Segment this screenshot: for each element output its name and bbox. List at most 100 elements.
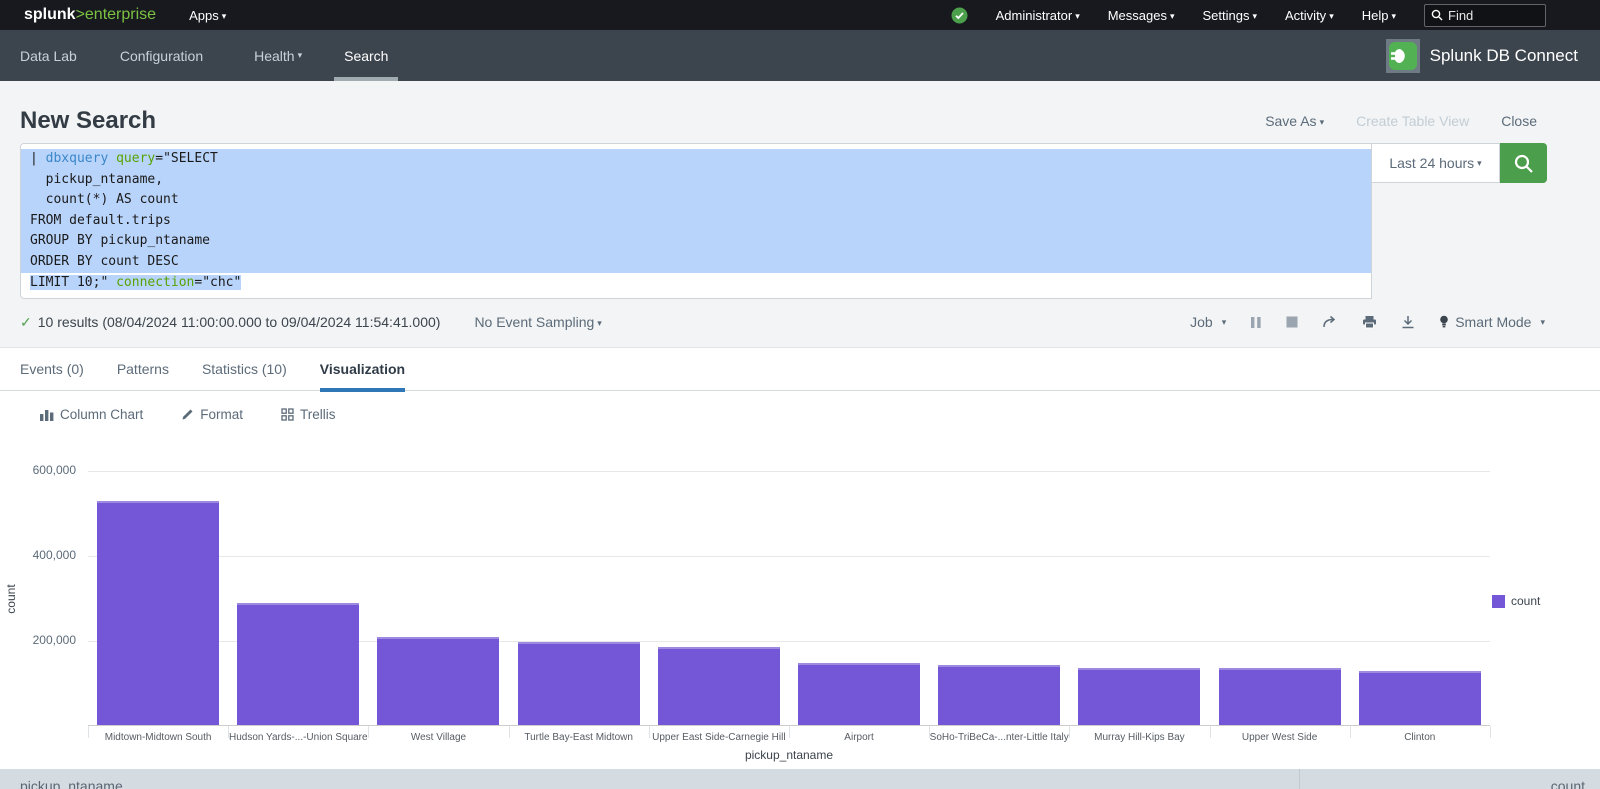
page-header: New Search Save As▾ Create Table View Cl…	[0, 81, 1600, 143]
app-badge[interactable]: Splunk DB Connect	[1386, 39, 1578, 73]
y-tick-label: 600,000	[0, 463, 76, 477]
job-menu[interactable]: Job▾	[1190, 314, 1226, 330]
legend-entry-count[interactable]: count	[1492, 594, 1540, 608]
spl-argument: connection	[116, 275, 194, 290]
x-tick-label: Murray Hill-Kips Bay	[1069, 732, 1209, 743]
share-button[interactable]	[1322, 315, 1338, 329]
administrator-menu[interactable]: Administrator▾	[996, 8, 1080, 23]
bar-cell	[1350, 470, 1490, 725]
settings-menu-label: Settings	[1203, 8, 1250, 23]
smart-mode-menu[interactable]: Smart Mode▾	[1439, 314, 1545, 330]
nav-item-data-lab[interactable]: Data Lab	[10, 30, 87, 81]
export-button[interactable]	[1401, 315, 1415, 329]
bar-2[interactable]	[237, 603, 359, 725]
bar-cell	[88, 470, 228, 725]
bar-6[interactable]	[798, 663, 920, 725]
save-as-button[interactable]: Save As▾	[1265, 113, 1324, 129]
messages-menu[interactable]: Messages▾	[1108, 8, 1175, 23]
print-button[interactable]	[1362, 315, 1377, 329]
query-line: | dbxquery query="SELECT	[21, 149, 1371, 170]
query-line: count(*) AS count	[21, 190, 1371, 211]
x-tick-label: Upper West Side	[1210, 732, 1350, 743]
system-status-icon[interactable]	[951, 7, 968, 24]
logo-enterprise-text: enterprise	[85, 6, 156, 23]
bar-1[interactable]	[97, 501, 219, 725]
nav-item-search[interactable]: Search	[334, 30, 398, 81]
spl-text: LIMIT 10;"	[30, 275, 116, 290]
messages-menu-label: Messages	[1108, 8, 1167, 23]
bar-cell	[368, 470, 508, 725]
chart-type-label: Column Chart	[60, 407, 143, 422]
results-bar: ✓ 10 results (08/04/2024 11:00:00.000 to…	[20, 310, 1545, 334]
spl-argument: query	[116, 151, 155, 166]
results-check-icon: ✓	[20, 314, 32, 331]
bar-10[interactable]	[1359, 671, 1481, 725]
bar-8[interactable]	[1078, 668, 1200, 725]
search-icon	[1431, 9, 1443, 21]
page-header-actions: Save As▾ Create Table View Close	[1265, 113, 1537, 129]
help-menu[interactable]: Help▾	[1362, 8, 1396, 23]
activity-menu-label: Activity	[1285, 8, 1326, 23]
bar-9[interactable]	[1219, 668, 1341, 725]
caret-down-icon: ▾	[1075, 11, 1080, 21]
event-sampling-dropdown[interactable]: No Event Sampling▾	[474, 314, 601, 330]
x-axis-tick	[1490, 726, 1491, 738]
search-button[interactable]	[1500, 143, 1547, 183]
y-tick-label: 200,000	[0, 633, 76, 647]
x-tick-labels: Midtown-Midtown SouthHudson Yards-...-Un…	[88, 732, 1490, 743]
nav-item-label: Search	[344, 48, 388, 64]
trellis-label: Trellis	[300, 407, 336, 422]
find-input[interactable]	[1448, 8, 1534, 23]
tab-events[interactable]: Events (0)	[20, 348, 84, 391]
create-table-view-button[interactable]: Create Table View	[1356, 113, 1469, 129]
x-tick-label: West Village	[368, 732, 508, 743]
tab-patterns[interactable]: Patterns	[117, 348, 169, 391]
search-query-box[interactable]: | dbxquery query="SELECT pickup_ntaname,…	[20, 143, 1372, 299]
query-line: LIMIT 10;" connection="chc"	[21, 273, 1371, 294]
nav-item-health[interactable]: Health▾	[244, 30, 312, 81]
caret-down-icon: ▾	[1477, 158, 1482, 169]
format-label: Format	[200, 407, 243, 422]
bar-5[interactable]	[658, 647, 780, 725]
spl-text: ="SELECT	[155, 151, 218, 166]
caret-down-icon: ▾	[222, 11, 227, 21]
activity-menu[interactable]: Activity▾	[1285, 8, 1334, 23]
spl-text: ="chc"	[194, 275, 241, 290]
bar-7[interactable]	[938, 665, 1060, 725]
x-tick-label: Turtle Bay-East Midtown	[509, 732, 649, 743]
job-controls: Job▾ Smart Mode▾	[1190, 314, 1545, 330]
spl-text: GROUP BY pickup_ntaname	[30, 233, 210, 248]
x-axis-title: pickup_ntaname	[88, 748, 1490, 762]
bar-cell	[509, 470, 649, 725]
column-header-pickup-ntaname[interactable]: pickup_ntaname	[0, 769, 1300, 789]
tab-visualization[interactable]: Visualization	[320, 348, 405, 391]
stop-button[interactable]	[1286, 316, 1298, 328]
spl-text: count(*) AS count	[30, 192, 179, 207]
time-range-label: Last 24 hours	[1389, 155, 1474, 171]
bar-cell	[649, 470, 789, 725]
search-icon	[1513, 153, 1534, 174]
trellis-button[interactable]: Trellis	[281, 407, 336, 422]
apps-menu[interactable]: Apps▾	[189, 8, 226, 23]
chart-type-button[interactable]: Column Chart	[40, 407, 143, 422]
nav-item-configuration[interactable]: Configuration	[110, 30, 213, 81]
tab-statistics[interactable]: Statistics (10)	[202, 348, 287, 391]
x-tick-label: Clinton	[1350, 732, 1490, 743]
event-sampling-label: No Event Sampling	[474, 314, 594, 330]
legend-swatch	[1492, 595, 1505, 608]
close-button[interactable]: Close	[1501, 113, 1537, 129]
bar-3[interactable]	[377, 637, 499, 725]
find-search-box[interactable]	[1424, 4, 1546, 27]
bar-4[interactable]	[518, 642, 640, 725]
y-tick-label: 400,000	[0, 548, 76, 562]
top-bar: splunk>enterprise Apps▾ Administrator▾ M…	[0, 0, 1600, 30]
column-header-count[interactable]: count	[1300, 769, 1600, 789]
bar-cell	[929, 470, 1069, 725]
caret-down-icon: ▾	[1222, 317, 1227, 328]
pause-button[interactable]	[1250, 316, 1262, 329]
time-range-picker[interactable]: Last 24 hours▾	[1372, 143, 1500, 183]
settings-menu[interactable]: Settings▾	[1203, 8, 1258, 23]
caret-down-icon: ▾	[597, 318, 602, 328]
format-button[interactable]: Format	[181, 407, 243, 422]
splunk-logo[interactable]: splunk>enterprise	[24, 6, 156, 24]
